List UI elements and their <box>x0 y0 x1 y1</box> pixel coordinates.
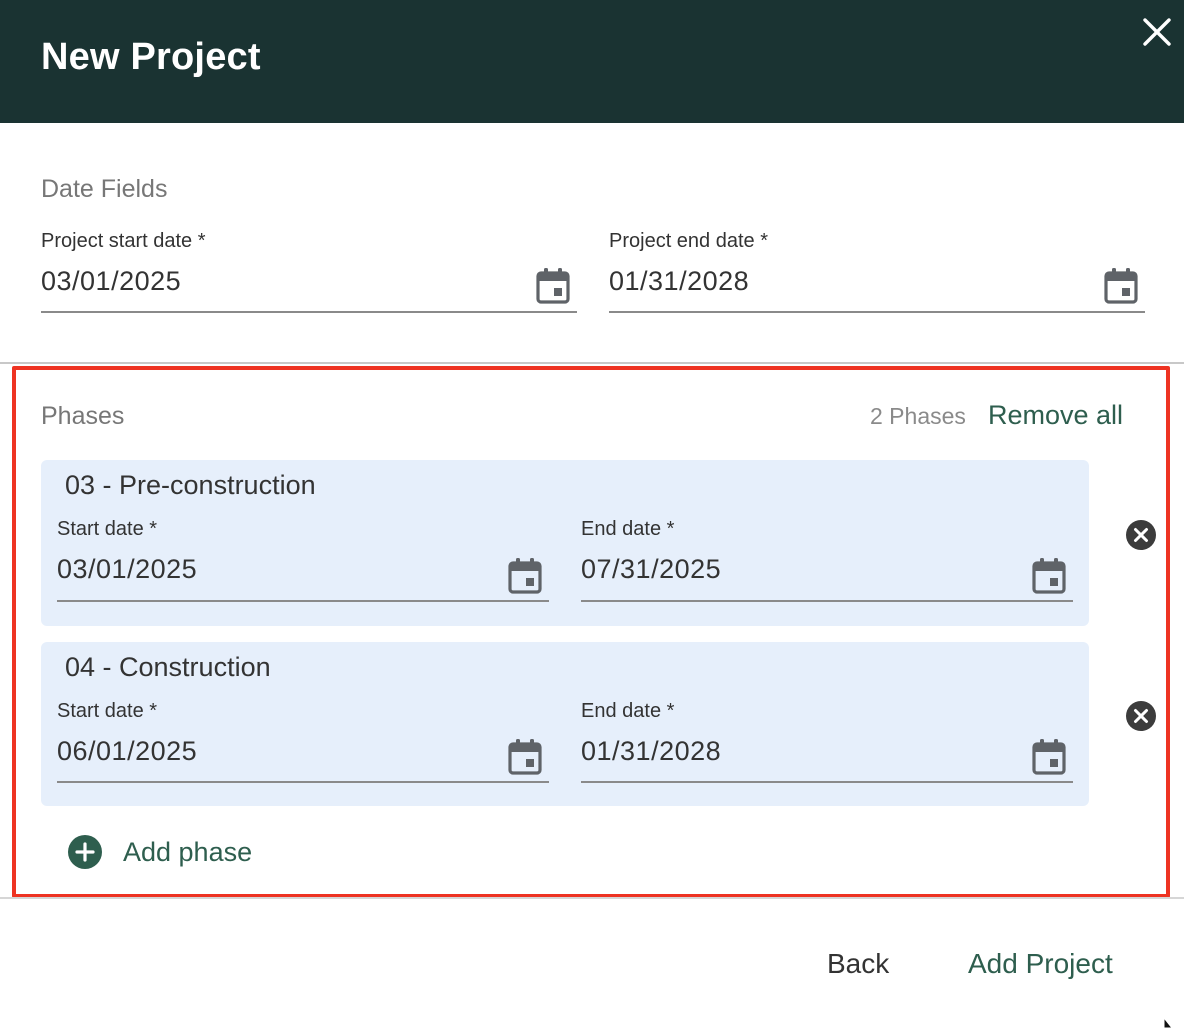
section-divider <box>0 362 1184 364</box>
calendar-icon[interactable] <box>508 558 542 594</box>
phase-end-date-value[interactable]: 07/31/2025 <box>581 554 721 585</box>
calendar-icon[interactable] <box>508 739 542 775</box>
field-underline <box>581 781 1073 783</box>
phase-end-date-label: End date * <box>581 700 675 722</box>
remove-all-button[interactable]: Remove all <box>988 400 1123 431</box>
phase-card: 04 - Construction Start date * 06/01/202… <box>41 642 1089 806</box>
mouse-cursor-icon <box>1163 1018 1173 1028</box>
phase-start-date-field[interactable]: Start date * 06/01/2025 <box>57 700 549 790</box>
phase-start-date-value[interactable]: 06/01/2025 <box>57 736 197 767</box>
remove-phase-button[interactable] <box>1125 700 1157 732</box>
calendar-icon[interactable] <box>1104 268 1138 304</box>
project-end-date-label: Project end date * <box>609 230 768 252</box>
phases-count: 2 Phases <box>870 403 966 429</box>
phase-start-date-value[interactable]: 03/01/2025 <box>57 554 197 585</box>
project-end-date-field[interactable]: Project end date * 01/31/2028 <box>609 230 1145 320</box>
dialog-title: New Project <box>41 36 261 78</box>
phase-start-date-label: Start date * <box>57 518 158 540</box>
cancel-circle-icon <box>1126 701 1156 731</box>
field-underline <box>57 781 549 783</box>
calendar-icon[interactable] <box>1032 739 1066 775</box>
close-button[interactable] <box>1137 12 1177 52</box>
project-start-date-label: Project start date * <box>41 230 206 252</box>
phase-end-date-label: End date * <box>581 518 675 540</box>
date-fields-section-label: Date Fields <box>41 175 168 203</box>
phase-title: 04 - Construction <box>65 652 271 682</box>
phase-start-date-field[interactable]: Start date * 03/01/2025 <box>57 518 549 608</box>
dialog-header: New Project <box>0 0 1184 123</box>
add-phase-label: Add phase <box>123 836 253 867</box>
phase-start-date-label: Start date * <box>57 700 158 722</box>
phase-card: 03 - Pre-construction Start date * 03/01… <box>41 460 1089 626</box>
add-phase-button[interactable]: Add phase <box>67 832 252 872</box>
phase-end-date-value[interactable]: 01/31/2028 <box>581 736 721 767</box>
close-icon <box>1143 18 1171 46</box>
field-underline <box>41 311 577 313</box>
field-underline <box>609 311 1145 313</box>
project-start-date-field[interactable]: Project start date * 03/01/2025 <box>41 230 577 320</box>
phase-end-date-field[interactable]: End date * 07/31/2025 <box>581 518 1073 608</box>
project-start-date-value[interactable]: 03/01/2025 <box>41 266 181 297</box>
phase-title: 03 - Pre-construction <box>65 470 316 500</box>
phases-section-label: Phases <box>41 402 125 430</box>
add-project-button[interactable]: Add Project <box>968 948 1113 980</box>
calendar-icon[interactable] <box>1032 558 1066 594</box>
footer-divider <box>0 897 1184 899</box>
phases-highlight-box <box>12 366 1170 898</box>
phase-end-date-field[interactable]: End date * 01/31/2028 <box>581 700 1073 790</box>
remove-phase-button[interactable] <box>1125 519 1157 551</box>
project-end-date-value[interactable]: 01/31/2028 <box>609 266 749 297</box>
field-underline <box>581 600 1073 602</box>
cancel-circle-icon <box>1126 520 1156 550</box>
back-button[interactable]: Back <box>827 948 889 980</box>
calendar-icon[interactable] <box>536 268 570 304</box>
field-underline <box>57 600 549 602</box>
plus-circle-icon <box>68 835 102 869</box>
